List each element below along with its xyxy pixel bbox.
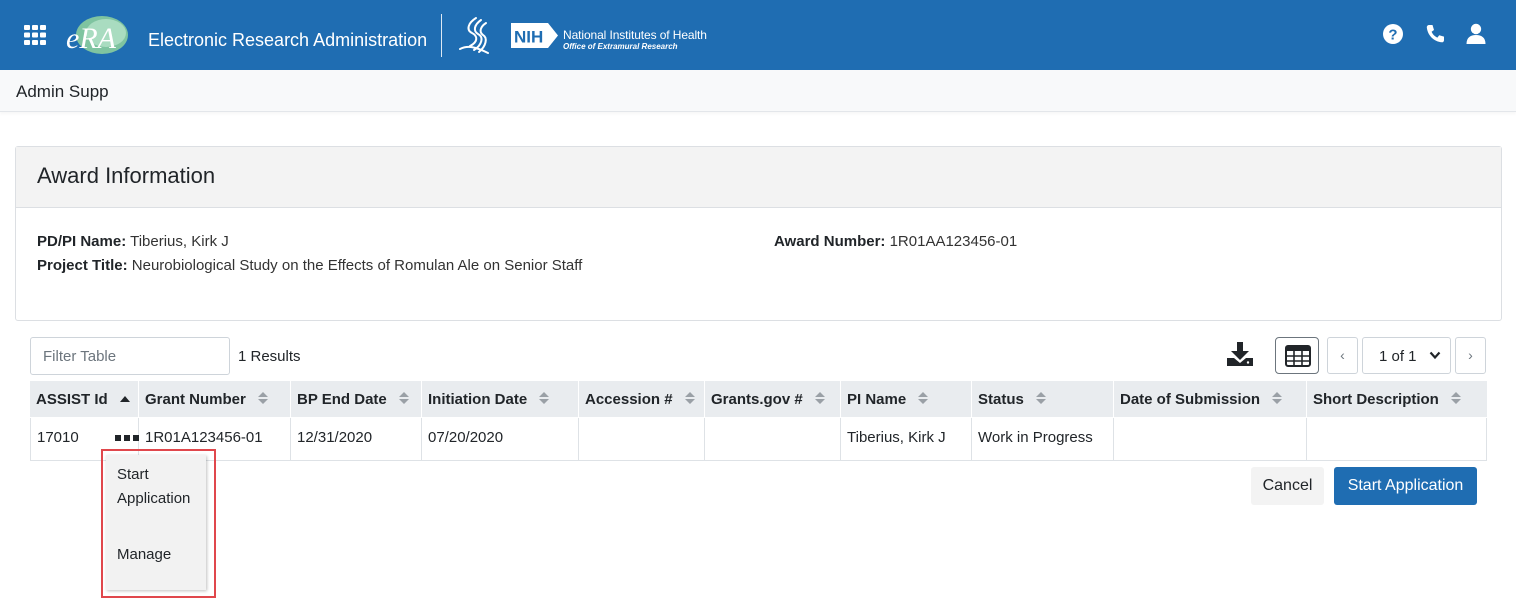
sort-icon	[1036, 392, 1047, 404]
sort-icon	[258, 392, 269, 404]
filter-table-input[interactable]: Filter Table	[30, 337, 230, 375]
apps-grid-icon[interactable]	[24, 25, 46, 45]
svg-text:?: ?	[1388, 27, 1397, 44]
page-subheader: Admin Supp	[0, 70, 1516, 112]
col-header-bp-end-date[interactable]: BP End Date	[291, 381, 422, 417]
results-count: 1 Results	[238, 348, 301, 365]
start-application-button[interactable]: Start Application	[1334, 467, 1477, 505]
cell-short-description	[1307, 418, 1487, 461]
phone-icon[interactable]	[1423, 22, 1447, 46]
cell-pi-name: Tiberius, Kirk J	[841, 418, 972, 461]
sort-icon	[684, 392, 695, 404]
download-icon[interactable]	[1226, 341, 1254, 367]
chevron-left-icon: ‹	[1340, 347, 1345, 363]
chevron-right-icon: ›	[1468, 347, 1473, 363]
sort-icon	[918, 392, 929, 404]
page-select-value: 1 of 1	[1379, 348, 1417, 365]
sort-icon	[1272, 392, 1283, 404]
next-page-button[interactable]: ›	[1455, 337, 1486, 374]
page-select[interactable]: 1 of 1	[1362, 337, 1451, 374]
cell-bp-end-date: 12/31/2020	[291, 418, 422, 461]
column-chooser-button[interactable]	[1275, 337, 1319, 374]
menu-item-manage[interactable]: Manage	[117, 543, 171, 567]
nih-logo[interactable]: NIH	[510, 22, 559, 49]
sort-icon	[539, 392, 550, 404]
table-grid-icon	[1285, 345, 1311, 367]
award-information-card: Award Information PD/PI Name: Tiberius, …	[15, 146, 1502, 321]
award-number-field: Award Number: 1R01AA123456-01	[774, 233, 1017, 250]
top-navbar: eRA Electronic Research Administration N…	[0, 0, 1516, 70]
project-title-label: Project Title:	[37, 257, 128, 274]
col-header-grants-gov[interactable]: Grants.gov #	[705, 381, 841, 417]
row-actions-menu: Start Application Manage	[106, 455, 206, 590]
pi-name-value: Tiberius, Kirk J	[130, 233, 229, 250]
cell-accession	[579, 418, 705, 461]
nih-office: Office of Extramural Research	[563, 42, 678, 51]
help-icon[interactable]: ?	[1381, 22, 1405, 46]
sort-asc-icon	[119, 396, 130, 402]
era-logo-text: eRA	[66, 22, 117, 55]
col-header-date-of-submission[interactable]: Date of Submission	[1114, 381, 1307, 417]
sort-icon	[1451, 392, 1462, 404]
pi-name-label: PD/PI Name:	[37, 233, 127, 250]
cell-grants-gov	[705, 418, 841, 461]
col-header-status[interactable]: Status	[972, 381, 1114, 417]
app-title: Electronic Research Administration	[148, 30, 428, 50]
nih-logo-text: NIH	[514, 28, 543, 47]
card-header: Award Information	[16, 147, 1501, 208]
cell-initiation-date: 07/20/2020	[422, 418, 579, 461]
header-divider	[441, 14, 442, 57]
hhs-eagle-logo	[459, 17, 489, 54]
filter-placeholder: Filter Table	[43, 348, 117, 365]
prev-page-button[interactable]: ‹	[1327, 337, 1358, 374]
more-actions-icon[interactable]	[115, 434, 141, 442]
page-title: Admin Supp	[16, 82, 109, 101]
chevron-down-icon	[1429, 351, 1441, 360]
user-icon[interactable]	[1464, 22, 1488, 46]
cancel-button[interactable]: Cancel	[1251, 467, 1324, 505]
project-title-value: Neurobiological Study on the Effects of …	[131, 257, 583, 274]
sort-icon	[814, 392, 825, 404]
col-header-assist-id[interactable]: ASSIST Id	[30, 381, 139, 417]
col-header-pi-name[interactable]: PI Name	[841, 381, 972, 417]
sort-icon	[398, 392, 409, 404]
col-header-grant-number[interactable]: Grant Number	[139, 381, 291, 417]
menu-item-start-application[interactable]: Start Application	[117, 463, 203, 511]
project-title-field: Project Title: Neurobiological Study on …	[37, 257, 582, 274]
cell-status: Work in Progress	[972, 418, 1114, 461]
cell-date-of-submission	[1114, 418, 1307, 461]
card-title: Award Information	[37, 163, 216, 188]
award-number-label: Award Number:	[774, 233, 886, 250]
nih-name: National Institutes of Health	[563, 28, 707, 42]
col-header-short-description[interactable]: Short Description	[1307, 381, 1487, 417]
col-header-accession[interactable]: Accession #	[579, 381, 705, 417]
pi-name-field: PD/PI Name: Tiberius, Kirk J	[37, 233, 229, 250]
award-number-value: 1R01AA123456-01	[889, 233, 1018, 250]
era-logo[interactable]: eRA	[62, 14, 130, 58]
col-header-initiation-date[interactable]: Initiation Date	[422, 381, 579, 417]
